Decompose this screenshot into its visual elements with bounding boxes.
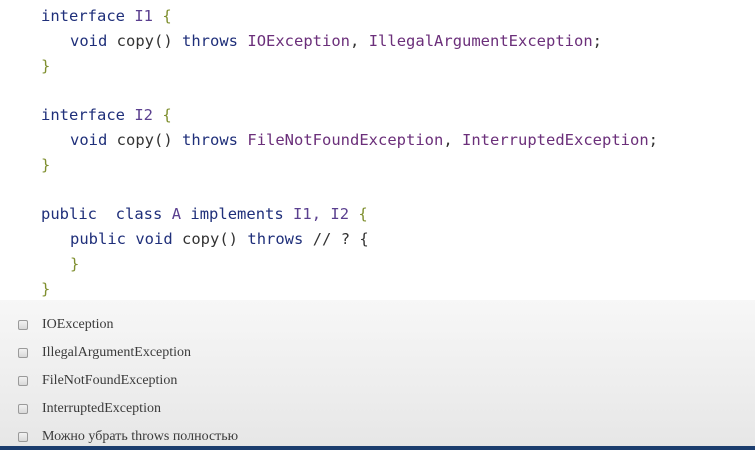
method-signature: copy() [116, 131, 173, 149]
comma: , [350, 32, 360, 50]
option-filenotfoundexception[interactable]: FileNotFoundException [18, 371, 177, 391]
keyword-interface: interface [41, 7, 125, 25]
comma: , [443, 131, 453, 149]
close-brace: } [41, 280, 51, 298]
code-line-class-method: public void copy() throws // ? { [70, 228, 369, 250]
keyword-throws: throws [247, 230, 304, 248]
close-brace: } [41, 57, 51, 75]
checkbox[interactable] [18, 404, 28, 414]
implements-list: I1, I2 [293, 205, 350, 223]
exception-name: InterruptedException [462, 131, 649, 149]
option-ioexception[interactable]: IOException [18, 315, 114, 335]
checkbox[interactable] [18, 432, 28, 442]
keyword-void: void [70, 131, 108, 149]
code-line-i1-close: } [41, 55, 50, 77]
semicolon: ; [648, 131, 658, 149]
keyword-throws: throws [182, 32, 239, 50]
keyword-void: void [135, 230, 173, 248]
code-line-i1-method: void copy() throws IOException, IllegalA… [70, 30, 602, 52]
option-label: InterruptedException [42, 401, 161, 416]
keyword-public: public [70, 230, 126, 248]
keyword-public: public [41, 205, 97, 223]
open-brace: { [358, 205, 368, 223]
option-label: Можно убрать throws полностью [42, 429, 239, 444]
open-brace: { [162, 106, 172, 124]
interface-name: I1 [134, 7, 154, 25]
checkbox[interactable] [18, 348, 28, 358]
option-illegalargumentexception[interactable]: IllegalArgumentException [18, 343, 191, 363]
option-interruptedexception[interactable]: InterruptedException [18, 399, 161, 419]
option-label: IOException [42, 317, 114, 332]
exception-name: IOException [247, 32, 351, 50]
keyword-void: void [70, 32, 108, 50]
code-line-i2-header: interface I2 { [41, 104, 172, 126]
code-line-i1-header: interface I1 { [41, 5, 172, 27]
class-name: A [171, 205, 182, 223]
open-brace: { [162, 7, 172, 25]
close-brace: } [70, 255, 80, 273]
exception-name: IllegalArgumentException [368, 32, 593, 50]
code-block: interface I1 { void copy() throws IOExce… [0, 0, 755, 300]
method-signature: copy() [182, 230, 239, 248]
code-line-class-close: } [41, 278, 50, 300]
close-brace: } [41, 156, 51, 174]
code-line-i2-close: } [41, 154, 50, 176]
option-remove-throws[interactable]: Можно убрать throws полностью [18, 427, 238, 447]
option-label: FileNotFoundException [42, 373, 178, 388]
checkbox[interactable] [18, 376, 28, 386]
option-label: IllegalArgumentException [42, 345, 192, 360]
code-line-method-close: } [70, 253, 79, 275]
answer-options-panel: IOException IllegalArgumentException Fil… [0, 300, 755, 450]
bottom-bar [0, 446, 755, 450]
interface-name: I2 [134, 106, 154, 124]
code-comment: // ? { [312, 230, 369, 248]
keyword-throws: throws [182, 131, 239, 149]
code-line-i2-method: void copy() throws FileNotFoundException… [70, 129, 658, 151]
keyword-interface: interface [41, 106, 125, 124]
exception-name: FileNotFoundException [247, 131, 444, 149]
method-signature: copy() [116, 32, 173, 50]
keyword-class: class [115, 205, 163, 223]
code-line-class-header: public class A implements I1, I2 { [41, 203, 368, 225]
keyword-implements: implements [190, 205, 284, 223]
checkbox[interactable] [18, 320, 28, 330]
semicolon: ; [592, 32, 603, 50]
